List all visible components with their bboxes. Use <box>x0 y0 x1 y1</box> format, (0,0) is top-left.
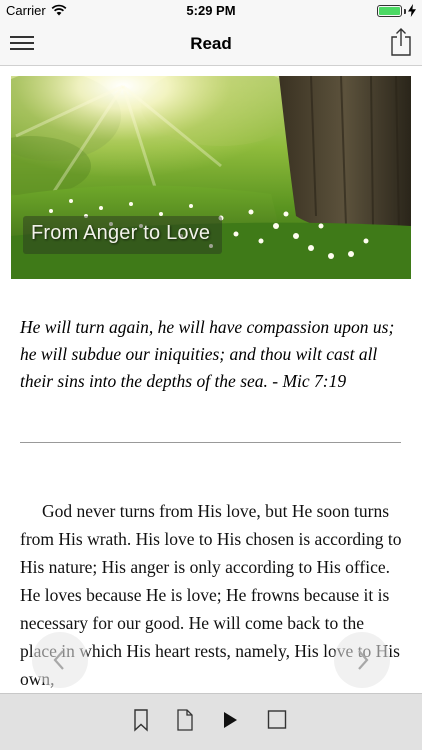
play-icon[interactable] <box>219 708 241 732</box>
bottom-toolbar <box>0 693 422 750</box>
next-page-button[interactable] <box>334 632 390 688</box>
divider <box>20 442 401 443</box>
battery-tip <box>404 9 406 14</box>
share-icon[interactable] <box>390 28 412 56</box>
chevron-right-icon <box>358 650 369 670</box>
battery-icon <box>377 5 402 17</box>
chevron-left-icon <box>53 650 64 670</box>
bookmark-icon[interactable] <box>130 708 152 732</box>
status-bar: Carrier 5:29 PM <box>0 0 422 22</box>
hero-caption-text: From Anger to Love <box>31 222 211 244</box>
verse-text: He will turn again, he will have compass… <box>20 317 395 391</box>
status-time: 5:29 PM <box>186 3 236 18</box>
document-icon[interactable] <box>174 708 196 732</box>
hero-image: From Anger to Love <box>11 76 411 279</box>
charging-bolt-icon <box>408 4 416 17</box>
page-title: Read <box>190 34 232 53</box>
previous-page-button[interactable] <box>32 632 88 688</box>
hero-caption: From Anger to Love <box>23 216 223 254</box>
navigation-bar: Read <box>0 22 422 66</box>
stop-icon[interactable] <box>266 708 288 732</box>
